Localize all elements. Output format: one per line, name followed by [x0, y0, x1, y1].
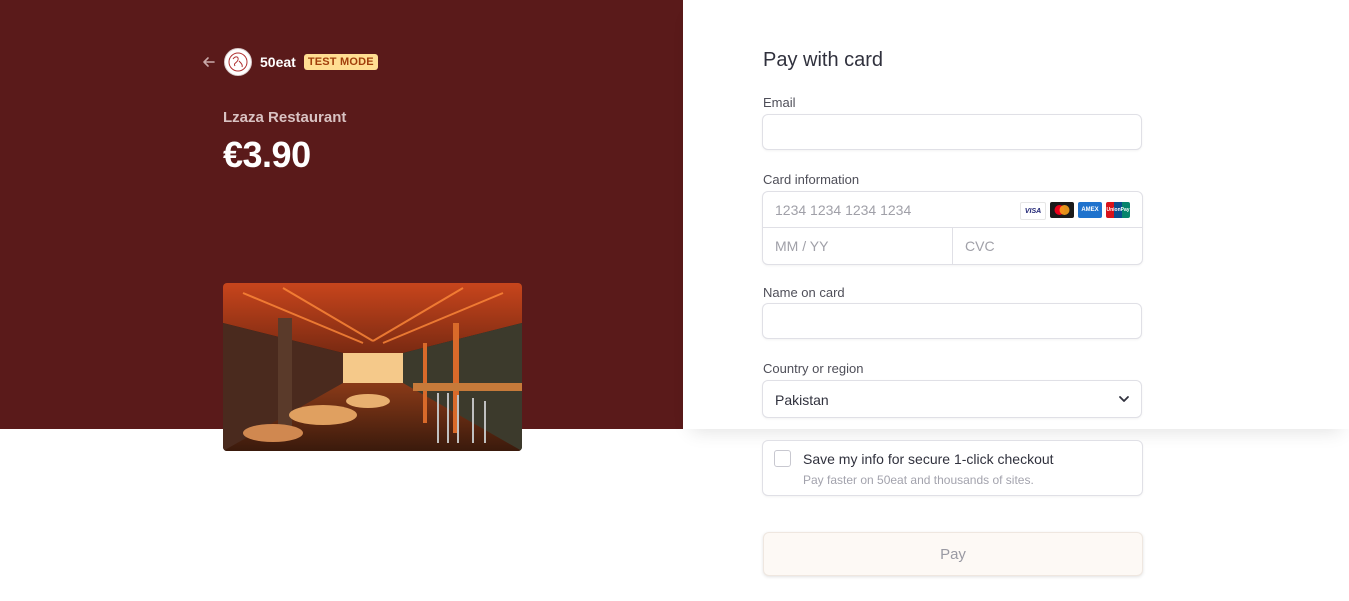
test-mode-badge: TEST MODE: [303, 54, 378, 70]
save-info-box: Save my info for secure 1-click checkout…: [762, 440, 1143, 496]
expiry-input[interactable]: MM / YY: [763, 228, 953, 264]
country-select[interactable]: Pakistan: [762, 380, 1142, 418]
back-arrow-icon[interactable]: [200, 53, 218, 71]
merchant-name: Lzaza Restaurant: [223, 109, 347, 126]
card-info-group: 1234 1234 1234 1234 VISA AMEX UnionPay M…: [762, 191, 1143, 265]
brand-logo-icon: [224, 48, 252, 76]
brand-name[interactable]: 50eat: [260, 54, 296, 70]
card-number-input[interactable]: 1234 1234 1234 1234 VISA AMEX UnionPay: [763, 192, 1142, 228]
card-brands: VISA AMEX UnionPay: [1020, 202, 1130, 220]
save-info-checkbox[interactable]: [774, 450, 791, 467]
cvc-placeholder: CVC: [965, 238, 995, 254]
amex-icon: AMEX: [1078, 202, 1102, 218]
name-input[interactable]: [762, 303, 1142, 339]
cvc-input[interactable]: CVC: [953, 228, 1142, 264]
email-label: Email: [763, 95, 796, 110]
unionpay-icon: UnionPay: [1106, 202, 1130, 218]
product-image: [223, 283, 522, 451]
form-title: Pay with card: [763, 49, 884, 71]
email-input[interactable]: [762, 114, 1142, 150]
chevron-down-icon: [1117, 392, 1131, 411]
country-value: Pakistan: [775, 392, 829, 408]
name-label: Name on card: [763, 285, 845, 300]
total-amount: €3.90: [223, 134, 311, 175]
country-label: Country or region: [763, 361, 864, 376]
card-info-label: Card information: [763, 172, 860, 187]
save-info-subtitle: Pay faster on 50eat and thousands of sit…: [803, 473, 1034, 487]
visa-icon: VISA: [1020, 202, 1046, 220]
save-info-title[interactable]: Save my info for secure 1-click checkout: [803, 451, 1054, 467]
mastercard-icon: [1050, 202, 1074, 218]
pay-button[interactable]: Pay: [763, 532, 1143, 576]
merchant-header: 50eat TEST MODE: [200, 47, 378, 77]
card-number-placeholder: 1234 1234 1234 1234: [775, 202, 912, 218]
expiry-placeholder: MM / YY: [775, 238, 829, 254]
